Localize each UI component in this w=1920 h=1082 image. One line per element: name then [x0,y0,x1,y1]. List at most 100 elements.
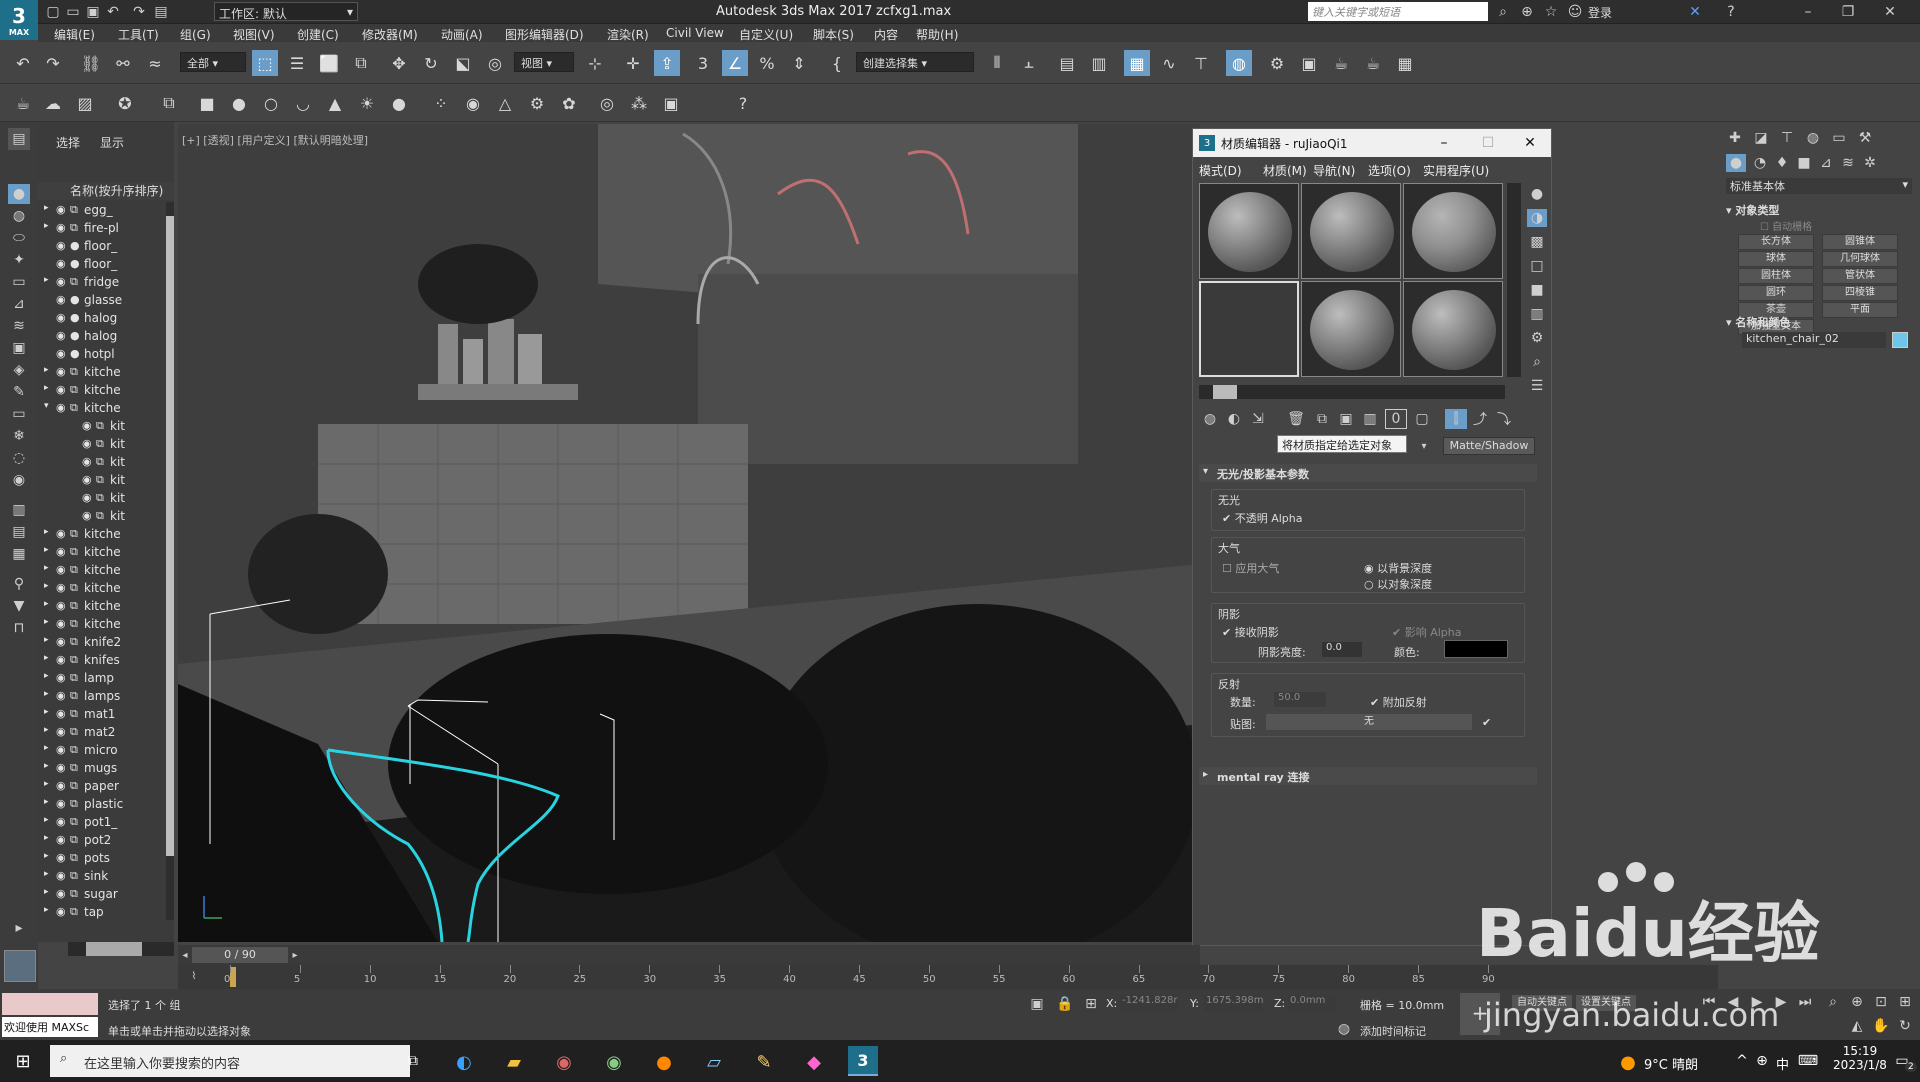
visibility-eye-icon[interactable]: ◉ [56,581,66,594]
visibility-eye-icon[interactable]: ◉ [56,401,66,414]
redo-icon[interactable]: ↷ [130,3,148,21]
material-slot-3[interactable] [1403,183,1503,279]
mat-menu-mode[interactable]: 模式(D) [1199,162,1242,179]
app-icon-1[interactable]: ◉ [552,1050,576,1074]
shadow-color-swatch[interactable] [1444,640,1508,658]
motion-tab-icon[interactable]: ◍ [1802,128,1824,148]
expand-arrow-icon[interactable]: ▸ [44,275,49,285]
percent-snap-icon[interactable]: % [754,50,780,76]
mat-menu-options[interactable]: 选项(O) [1368,162,1411,179]
layer-explorer-icon[interactable]: ▤ [1054,50,1080,76]
show-end-result-icon[interactable]: ⫿ [1445,409,1467,429]
render-gallery-icon[interactable]: ▦ [1392,50,1418,76]
time-tag-icon[interactable]: ◍ [1336,1021,1352,1037]
app-icon-4[interactable]: ◆ [802,1050,826,1074]
display-bones-icon[interactable]: ✎ [8,382,30,402]
visibility-eye-icon[interactable]: ◉ [82,455,92,468]
primitive-button[interactable]: 球体 [1738,251,1814,267]
material-slot-2[interactable] [1301,183,1401,279]
expand-arrow-icon[interactable]: ▸ [44,707,49,717]
scene-object-item[interactable]: ◉ ⧉ kit [38,436,166,454]
minimize-icon[interactable]: – [1798,3,1818,21]
display-spacewarps-icon[interactable]: ≋ [8,316,30,336]
link-icon[interactable]: ⛓ [78,50,104,76]
mat-menu-material[interactable]: 材质(M) [1263,162,1307,179]
visibility-eye-icon[interactable]: ◉ [56,833,66,846]
object-name-input[interactable]: kitchen_chair_02 [1742,332,1886,348]
notepad-icon[interactable]: ✎ [752,1050,776,1074]
primitive-button[interactable]: 管状体 [1822,268,1898,284]
clock[interactable]: 15:19 2023/1/8 [1830,1044,1890,1072]
expand-arrow-icon[interactable]: ▸ [44,563,49,573]
angle-snap-icon[interactable]: ∠ [722,50,748,76]
visibility-eye-icon[interactable]: ◉ [56,617,66,630]
expand-arrow-icon[interactable]: ▸ [44,779,49,789]
mat-menu-utilities[interactable]: 实用程序(U) [1423,162,1489,179]
scene-object-item[interactable]: ◉ ● floor_ [38,256,166,274]
backlight-icon[interactable]: ◑ [1527,209,1547,227]
expand-arrow-icon[interactable]: ▸ [44,581,49,591]
video-color-icon[interactable]: ■ [1527,281,1547,299]
pivot-center-icon[interactable]: ⊹ [582,50,608,76]
menu-content[interactable]: 内容 [874,26,898,43]
binoculars-icon[interactable]: ⌕ [1494,3,1512,21]
primitive-button[interactable]: 圆环 [1738,285,1814,301]
scene-object-item[interactable]: ▸ ◉ ⧉ mat2 [38,724,166,742]
scene-object-item[interactable]: ▸ ◉ ⧉ kitche [38,382,166,400]
expand-arrow-icon[interactable]: ▸ [44,725,49,735]
scene-object-item[interactable]: ▸ ◉ ⧉ micro [38,742,166,760]
expand-arrow-icon[interactable]: ▸ [44,635,49,645]
expand-arrow-icon[interactable]: ▸ [44,383,49,393]
space-warps-icon[interactable]: ≋ [1838,154,1858,172]
cloud-icon[interactable]: ☁ [40,90,66,116]
subscription-icon[interactable]: ⊕ [1518,3,1536,21]
expand-arrow-icon[interactable]: ▸ [8,918,30,938]
restore-icon[interactable]: ❐ [1838,3,1858,21]
visibility-eye-icon[interactable]: ◉ [82,509,92,522]
additive-reflection-checkbox[interactable]: ✔ 附加反射 [1370,694,1427,710]
favorites-icon[interactable]: ☆ [1542,3,1560,21]
mirror-icon[interactable]: ⫴ [984,50,1010,76]
scene-object-item[interactable]: ◉ ⧉ kit [38,472,166,490]
scene-object-item[interactable]: ▸ ◉ ⧉ mugs [38,760,166,778]
put-to-scene-icon[interactable]: ◐ [1223,409,1245,429]
scene-object-item[interactable]: ▸ ◉ ⧉ pot1_ [38,814,166,832]
save-icon[interactable]: ▣ [84,3,102,21]
primitive-button[interactable]: 长方体 [1738,234,1814,250]
zoom-extents-icon[interactable]: ⊡ [1872,993,1890,1011]
display-groups-icon[interactable]: ▣ [8,338,30,358]
exchange-icon[interactable]: ✕ [1686,3,1704,21]
workspace-dropdown[interactable]: 工作区: 默认 ▾ [214,2,358,21]
close-icon[interactable]: ✕ [1880,3,1900,21]
x-coordinate-field[interactable]: -1241.828r [1120,995,1178,1011]
field-of-view-icon[interactable]: ◭ [1848,1017,1866,1035]
material-id-icon[interactable]: ▥ [1359,409,1381,429]
visibility-eye-icon[interactable]: ◉ [82,473,92,486]
scene-object-item[interactable]: ◉ ● glasse [38,292,166,310]
scene-object-item[interactable]: ▸ ◉ ⧉ kitche [38,580,166,598]
visibility-eye-icon[interactable]: ◉ [56,239,66,252]
menu-edit[interactable]: 编辑(E) [54,26,95,43]
app-icon-3[interactable]: ▱ [702,1050,726,1074]
maxscript-listener[interactable] [2,993,98,1015]
curve-editor-icon[interactable]: ∿ [1156,50,1182,76]
menu-group[interactable]: 组(G) [180,26,211,43]
primitive-button[interactable]: 平面 [1822,302,1898,318]
scene-object-item[interactable]: ▸ ◉ ⧉ lamp [38,670,166,688]
scene-object-item[interactable]: ▸ ◉ ⧉ lamps [38,688,166,706]
pan-icon[interactable]: ✋ [1872,1017,1890,1035]
bowl-icon[interactable]: ◡ [290,90,316,116]
expand-arrow-icon[interactable]: ▸ [44,869,49,879]
scene-object-item[interactable]: ▸ ◉ ⧉ fire-pl [38,220,166,238]
object-category-dropdown[interactable]: 标准基本体 ▾ [1726,178,1912,194]
sphere-light-icon[interactable]: ● [386,90,412,116]
menu-civil-view[interactable]: Civil View [666,26,724,40]
sphere-icon[interactable]: ○ [258,90,284,116]
at-object-depth-radio[interactable]: ○ 以对象深度 [1364,576,1432,592]
scene-object-item[interactable]: ▸ ◉ ⧉ fridge [38,274,166,292]
visibility-eye-icon[interactable]: ◉ [56,527,66,540]
rotate-icon[interactable]: ↻ [418,50,444,76]
render-production-icon[interactable]: ☕ [1328,50,1354,76]
user-icon[interactable]: ☺ [1566,3,1584,21]
visibility-eye-icon[interactable]: ◉ [56,815,66,828]
